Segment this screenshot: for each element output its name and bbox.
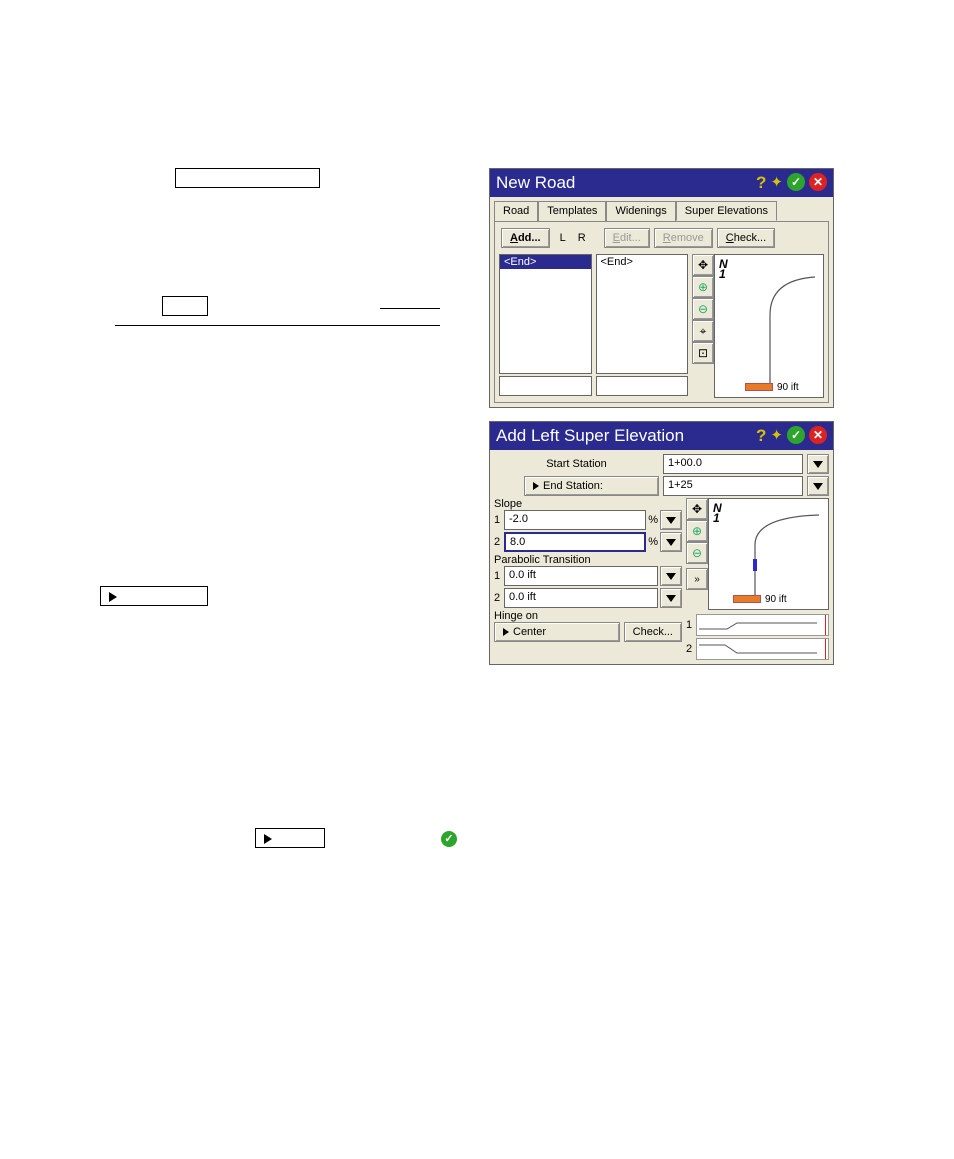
- tab-content: Add... L R Edit... Remove Check... <End>…: [494, 221, 829, 403]
- parabolic-label: Parabolic Transition: [494, 554, 682, 566]
- ok-icon-inline: ✓: [441, 831, 457, 847]
- right-list[interactable]: <End>: [596, 254, 689, 374]
- right-list-footer: [596, 376, 689, 396]
- tab-widenings[interactable]: Widenings: [606, 201, 675, 221]
- left-list[interactable]: <End>: [499, 254, 592, 374]
- chevron-down-icon: [666, 595, 676, 602]
- start-station-field[interactable]: 1+00.0: [663, 454, 803, 474]
- triangle-right-icon: [264, 834, 272, 844]
- parabolic-1-dropdown[interactable]: [660, 566, 682, 586]
- zoom-in-icon[interactable]: ⊕: [692, 276, 714, 298]
- mini-graph-1: [696, 614, 829, 636]
- outline-button-4: [255, 828, 325, 848]
- slope-2-dropdown[interactable]: [660, 532, 682, 552]
- titlebar: Add Left Super Elevation ? ✦ ✓ ✕: [490, 422, 833, 450]
- zoom-out-icon[interactable]: ⊖: [692, 298, 714, 320]
- list-item[interactable]: <End>: [500, 255, 591, 269]
- chevron-down-icon: [666, 517, 676, 524]
- road-curve-preview: [715, 255, 825, 399]
- zoom-fit-icon[interactable]: ✥: [686, 498, 708, 520]
- chevron-down-icon: [813, 461, 823, 468]
- preview-pane-2: N1 90 ift: [708, 498, 829, 610]
- preview-pane: N1 90 ift: [714, 254, 824, 398]
- slope-unit: %: [648, 536, 658, 548]
- slope-2-field[interactable]: 8.0: [504, 532, 646, 552]
- slope-label: Slope: [494, 498, 682, 510]
- slope-1-field[interactable]: -2.0: [504, 510, 646, 530]
- outline-button-2: [162, 296, 208, 316]
- list-item[interactable]: <End>: [597, 255, 688, 269]
- remove-button[interactable]: Remove: [654, 228, 713, 248]
- underline-1: [115, 325, 440, 326]
- parabolic-row-num: 1: [494, 570, 502, 582]
- lr-label-r: R: [578, 232, 586, 244]
- favorite-icon[interactable]: ✦: [770, 426, 783, 446]
- ok-icon[interactable]: ✓: [787, 173, 805, 191]
- outline-button-1: [175, 168, 320, 188]
- start-station-label: Start Station: [494, 458, 659, 470]
- start-station-dropdown[interactable]: [807, 454, 829, 474]
- help-icon[interactable]: ?: [756, 426, 766, 446]
- zoom-fit-icon[interactable]: ✥: [692, 254, 714, 276]
- window-title: Add Left Super Elevation: [496, 426, 684, 446]
- new-road-window: New Road ? ✦ ✓ ✕ Road Templates Widening…: [489, 168, 834, 408]
- outline-button-3: [100, 586, 208, 606]
- end-station-button[interactable]: End Station:: [524, 476, 659, 496]
- expand-button[interactable]: »: [686, 568, 708, 590]
- check-button[interactable]: Check...: [624, 622, 682, 642]
- favorite-icon[interactable]: ✦: [770, 173, 783, 193]
- ok-icon[interactable]: ✓: [787, 426, 805, 444]
- tab-templates[interactable]: Templates: [538, 201, 606, 221]
- edit-button[interactable]: Edit...: [604, 228, 650, 248]
- tab-super-elevations[interactable]: Super Elevations: [676, 201, 777, 221]
- chevron-down-icon: [666, 573, 676, 580]
- add-super-elevation-window: Add Left Super Elevation ? ✦ ✓ ✕ Start S…: [489, 421, 834, 665]
- end-station-field[interactable]: 1+25: [663, 476, 803, 496]
- slope-row-num: 2: [494, 536, 502, 548]
- zoom-out-icon[interactable]: ⊖: [686, 542, 708, 564]
- hinge-center-button[interactable]: Center: [494, 622, 620, 642]
- underline-2: [380, 308, 440, 309]
- hinge-label: Hinge on: [494, 610, 682, 622]
- window-title: New Road: [496, 173, 575, 193]
- close-icon[interactable]: ✕: [809, 426, 827, 444]
- check-button[interactable]: Check...: [717, 228, 775, 248]
- titlebar: New Road ? ✦ ✓ ✕: [490, 169, 833, 197]
- triangle-right-icon: [503, 628, 509, 636]
- zoom-window-icon[interactable]: ⌖: [692, 320, 714, 342]
- zoom-controls-2: ✥ ⊕ ⊖: [686, 498, 708, 564]
- parabolic-2-field[interactable]: 0.0 ift: [504, 588, 658, 608]
- tab-row: Road Templates Widenings Super Elevation…: [490, 197, 833, 221]
- slope-row-num: 1: [494, 514, 502, 526]
- mini-label-2: 2: [686, 643, 692, 655]
- zoom-in-icon[interactable]: ⊕: [686, 520, 708, 542]
- chevron-down-icon: [813, 483, 823, 490]
- zoom-controls: ✥ ⊕ ⊖ ⌖ ⊡: [692, 254, 714, 398]
- triangle-right-icon: [533, 482, 539, 490]
- lr-label-l: L: [560, 232, 566, 244]
- slope-1-dropdown[interactable]: [660, 510, 682, 530]
- left-list-footer: [499, 376, 592, 396]
- mini-label-1: 1: [686, 619, 692, 631]
- triangle-right-icon: [109, 592, 117, 602]
- mini-graph-2: [696, 638, 829, 660]
- parabolic-1-field[interactable]: 0.0 ift: [504, 566, 658, 586]
- add-button[interactable]: Add...: [501, 228, 550, 248]
- parabolic-row-num: 2: [494, 592, 502, 604]
- chevron-down-icon: [666, 539, 676, 546]
- scale-bar: [733, 595, 761, 603]
- close-icon[interactable]: ✕: [809, 173, 827, 191]
- end-station-dropdown[interactable]: [807, 476, 829, 496]
- slope-unit: %: [648, 514, 658, 526]
- tab-road[interactable]: Road: [494, 201, 538, 221]
- zoom-extents-icon[interactable]: ⊡: [692, 342, 714, 364]
- scale-bar: [745, 383, 773, 391]
- help-icon[interactable]: ?: [756, 173, 766, 193]
- scale-label: 90 ift: [777, 382, 799, 393]
- parabolic-2-dropdown[interactable]: [660, 588, 682, 608]
- scale-label: 90 ift: [765, 594, 787, 605]
